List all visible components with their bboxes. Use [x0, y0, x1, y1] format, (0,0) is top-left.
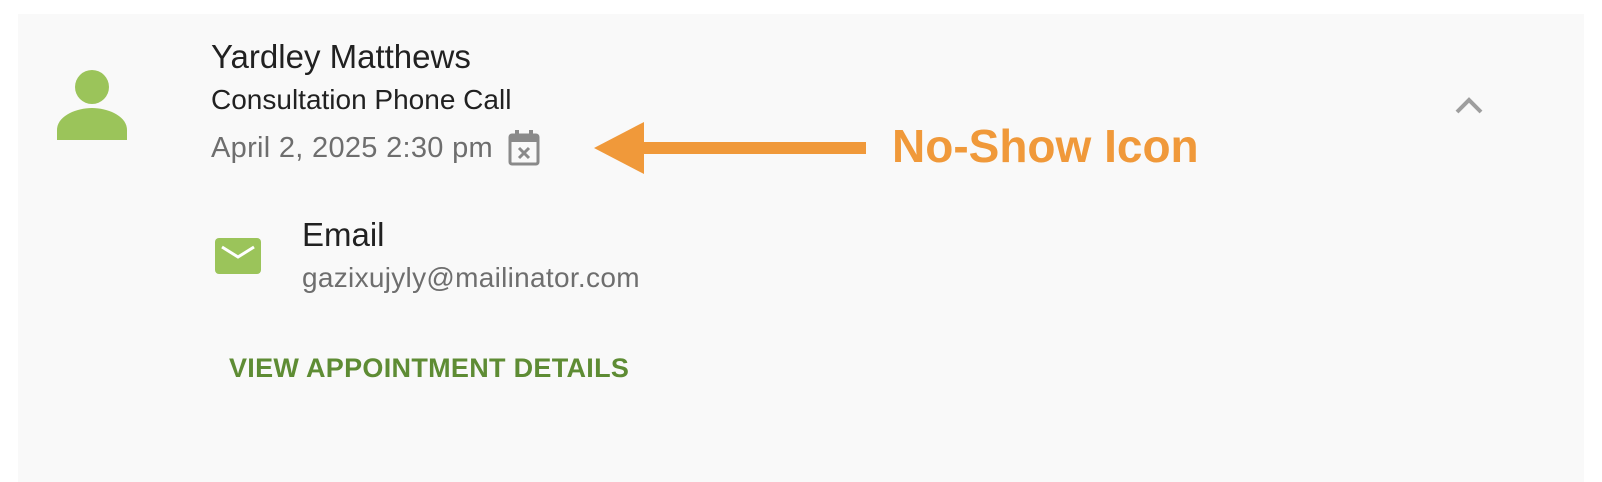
person-icon: [57, 70, 127, 140]
appointment-datetime-row: April 2, 2025 2:30 pm: [211, 128, 541, 168]
contact-email: gazixujyly@mailinator.com: [302, 262, 640, 293]
annotation-arrow-icon: [594, 122, 866, 174]
appointment-datetime: April 2, 2025 2:30 pm: [211, 131, 493, 164]
calendar-x-icon: [508, 130, 540, 166]
view-appointment-details-button[interactable]: VIEW APPOINTMENT DETAILS: [229, 350, 629, 386]
chevron-up-icon[interactable]: [1452, 88, 1486, 122]
annotation-label: No-Show Icon: [892, 120, 1199, 172]
contact-label: Email: [302, 216, 385, 253]
appointment-card: Yardley Matthews Consultation Phone Call…: [18, 14, 1584, 482]
email-icon: [215, 238, 261, 274]
service-name: Consultation Phone Call: [211, 84, 512, 115]
client-name: Yardley Matthews: [211, 38, 471, 75]
